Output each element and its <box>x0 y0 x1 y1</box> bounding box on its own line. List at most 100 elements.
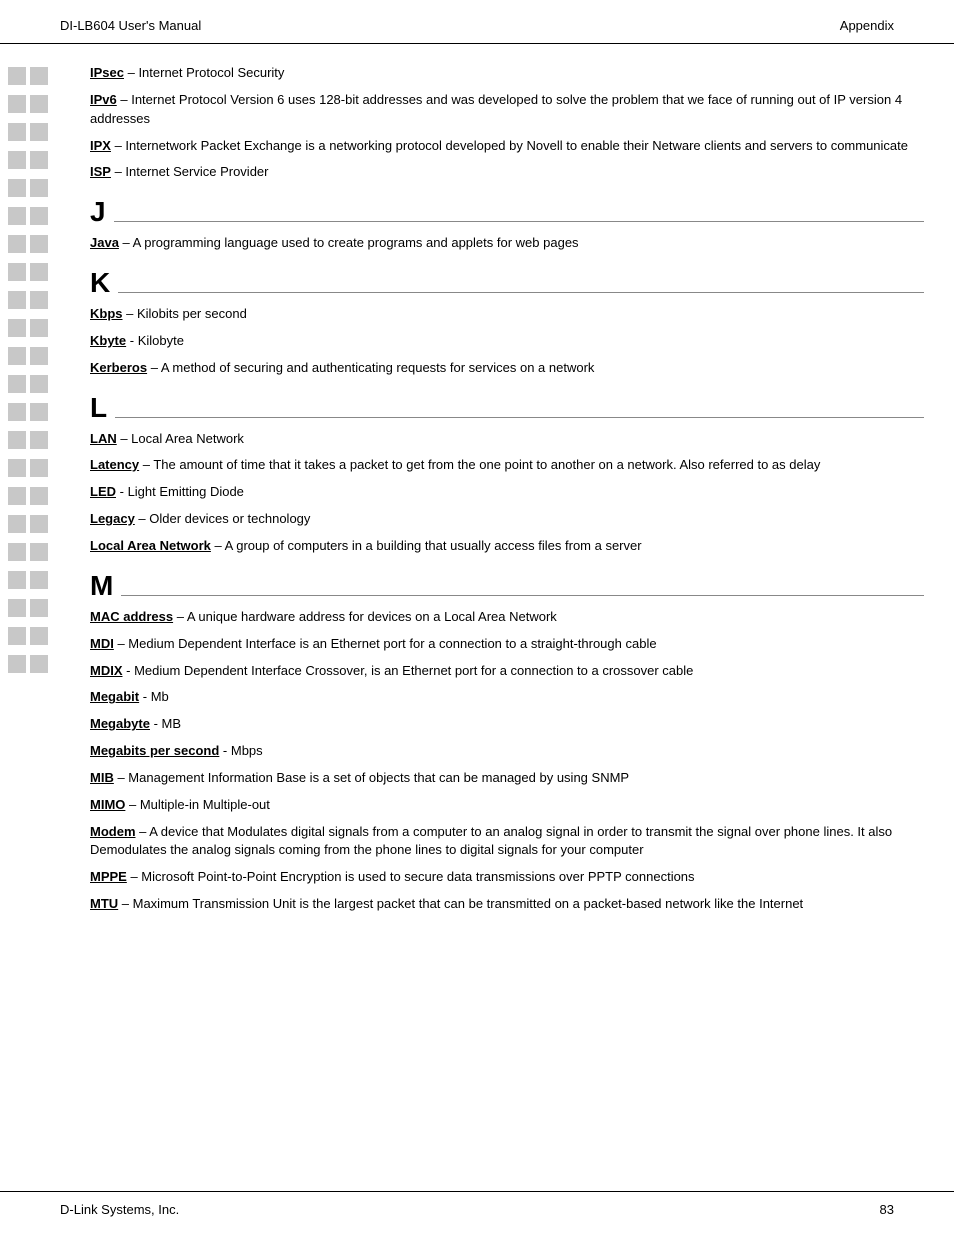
page-header: DI-LB604 User's Manual Appendix <box>0 0 954 44</box>
sidebar-block <box>0 512 80 536</box>
entry-term: IPX <box>90 138 111 153</box>
entry-term: Local Area Network <box>90 538 211 553</box>
section-divider <box>118 292 924 293</box>
entry-term: ISP <box>90 164 111 179</box>
entry-definition: Medium Dependent Interface Crossover, is… <box>130 663 693 678</box>
entry-term: Java <box>90 235 119 250</box>
entry-dash: – <box>119 235 130 250</box>
glossary-entry: LED - Light Emitting Diode <box>90 483 924 502</box>
entry-definition: Microsoft Point-to-Point Encryption is u… <box>138 869 695 884</box>
entry-definition: Internet Protocol Version 6 uses 128-bit… <box>90 92 902 126</box>
glossary-entry: IPv6 – Internet Protocol Version 6 uses … <box>90 91 924 129</box>
header-title-left: DI-LB604 User's Manual <box>60 18 201 33</box>
entry-dash: - <box>126 333 134 348</box>
page: DI-LB604 User's Manual Appendix IPsec – … <box>0 0 954 1235</box>
glossary-entry: Kbps – Kilobits per second <box>90 305 924 324</box>
main-content: IPsec – Internet Protocol Security IPv6 –… <box>0 44 954 1191</box>
entry-term: IPv6 <box>90 92 117 107</box>
section-letter: L <box>90 394 107 422</box>
section-divider <box>114 221 924 222</box>
sidebar-square <box>8 123 26 141</box>
sidebar-block <box>0 260 80 284</box>
glossary-entry: LAN – Local Area Network <box>90 430 924 449</box>
sidebar-square <box>30 179 48 197</box>
entry-dash: - <box>150 716 158 731</box>
entry-dash: – <box>117 431 128 446</box>
entry-dash: – <box>139 457 150 472</box>
sidebar-block <box>0 232 80 256</box>
content-area: IPsec – Internet Protocol Security IPv6 –… <box>80 64 954 1181</box>
entry-term: Legacy <box>90 511 135 526</box>
glossary-entry: Modem – A device that Modulates digital … <box>90 823 924 861</box>
sidebar-square <box>30 319 48 337</box>
left-sidebar <box>0 64 80 1181</box>
entry-definition: Management Information Base is a set of … <box>125 770 629 785</box>
sidebar-square <box>30 235 48 253</box>
sidebar-block <box>0 652 80 676</box>
entry-dash: – <box>118 896 129 911</box>
section-header-m: M <box>90 572 924 600</box>
entry-dash: – <box>124 65 135 80</box>
sidebar-square <box>8 571 26 589</box>
entry-definition: MB <box>158 716 181 731</box>
sidebar-block <box>0 456 80 480</box>
sidebar-block <box>0 288 80 312</box>
section-header-l: L <box>90 394 924 422</box>
glossary-entry: Megabits per second - Mbps <box>90 742 924 761</box>
glossary-entry: MDIX - Medium Dependent Interface Crosso… <box>90 662 924 681</box>
entry-definition: Maximum Transmission Unit is the largest… <box>129 896 803 911</box>
glossary-entry: Megabyte - MB <box>90 715 924 734</box>
section-header-k: K <box>90 269 924 297</box>
sidebar-square <box>8 347 26 365</box>
entry-term: MDI <box>90 636 114 651</box>
glossary-entry: ISP – Internet Service Provider <box>90 163 924 182</box>
sidebar-square <box>8 263 26 281</box>
entry-term: Megabyte <box>90 716 150 731</box>
glossary-entry: Megabit - Mb <box>90 688 924 707</box>
sidebar-square <box>30 487 48 505</box>
sidebar-block <box>0 428 80 452</box>
entry-dash: – <box>127 869 138 884</box>
sidebar-block <box>0 372 80 396</box>
sidebar-square <box>8 235 26 253</box>
entry-dash: - <box>139 689 147 704</box>
sidebar-square <box>30 151 48 169</box>
glossary-entry: MIB – Management Information Base is a s… <box>90 769 924 788</box>
header-title-right: Appendix <box>840 18 894 33</box>
sidebar-block <box>0 176 80 200</box>
entry-definition: Internet Service Provider <box>122 164 269 179</box>
sidebar-block <box>0 400 80 424</box>
entry-term: LED <box>90 484 116 499</box>
entry-dash: – <box>135 511 146 526</box>
glossary-entry: MTU – Maximum Transmission Unit is the l… <box>90 895 924 914</box>
section-header-j: J <box>90 198 924 226</box>
entry-definition: Internet Protocol Security <box>135 65 285 80</box>
glossary-entry: MIMO – Multiple-in Multiple-out <box>90 796 924 815</box>
glossary-entry: Java – A programming language used to cr… <box>90 234 924 253</box>
glossary-entry: Legacy – Older devices or technology <box>90 510 924 529</box>
entry-term: IPsec <box>90 65 124 80</box>
entry-term: MAC address <box>90 609 173 624</box>
sidebar-block <box>0 344 80 368</box>
section-letter: J <box>90 198 106 226</box>
entry-term: Kerberos <box>90 360 147 375</box>
entry-dash: – <box>211 538 222 553</box>
sidebar-square <box>8 543 26 561</box>
entry-term: Kbps <box>90 306 123 321</box>
entry-term: LAN <box>90 431 117 446</box>
sidebar-square <box>8 95 26 113</box>
entry-term: MIMO <box>90 797 125 812</box>
sidebar-square <box>8 627 26 645</box>
entry-definition: A method of securing and authenticating … <box>158 360 594 375</box>
sidebar-square <box>8 431 26 449</box>
entry-definition: Mbps <box>227 743 262 758</box>
entry-definition: Light Emitting Diode <box>124 484 244 499</box>
sidebar-square <box>8 67 26 85</box>
entry-definition: Kilobits per second <box>133 306 246 321</box>
sidebar-square <box>8 487 26 505</box>
sidebar-block <box>0 92 80 116</box>
sidebar-square <box>30 375 48 393</box>
entry-dash: – <box>114 636 125 651</box>
sidebar-block <box>0 204 80 228</box>
entry-definition: The amount of time that it takes a packe… <box>150 457 820 472</box>
